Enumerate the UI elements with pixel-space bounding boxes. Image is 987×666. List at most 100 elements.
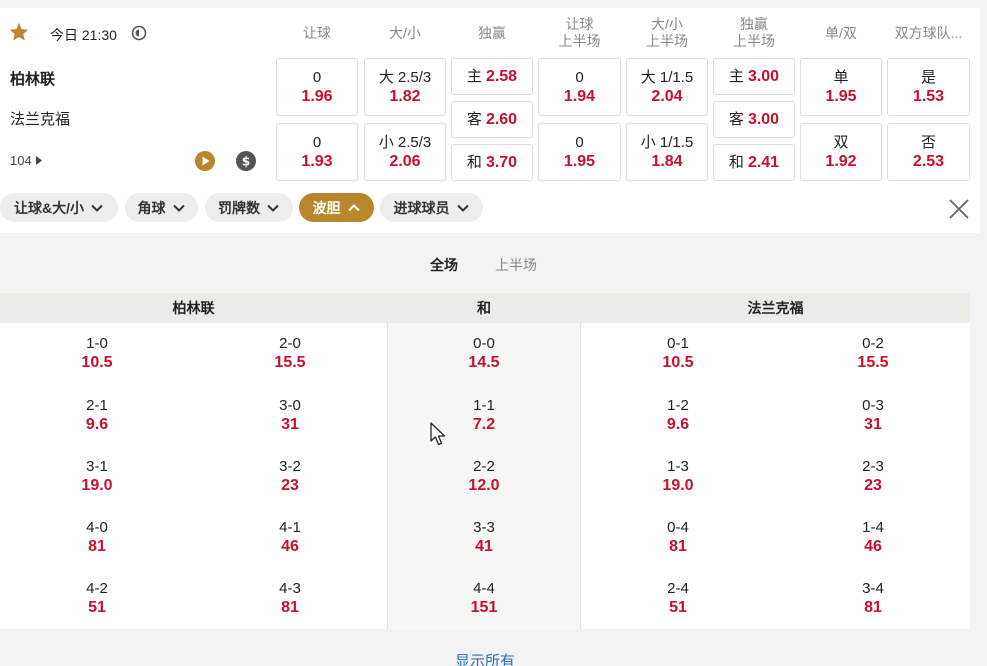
odd-moneyline-1h-away[interactable]: 客 3.00 (713, 101, 795, 138)
chevron-down-icon (172, 204, 185, 212)
odd-moneyline-home[interactable]: 主 2.58 (451, 58, 533, 95)
score-cell-away-col2-4[interactable]: 3-4 81 (776, 580, 970, 630)
score-label: 2-0 (279, 335, 301, 352)
score-cell-home-col1-2[interactable]: 3-1 19.0 (0, 458, 194, 508)
odd-btts-no[interactable]: 否 2.53 (887, 123, 970, 181)
score-cell-home-col1-0[interactable]: 1-0 10.5 (0, 335, 194, 385)
odd-odd-even-odd[interactable]: 单 1.95 (800, 58, 882, 116)
score-odd: 10.5 (662, 354, 694, 371)
chip-correct-score[interactable]: 波胆 (299, 193, 374, 222)
score-odd: 41 (475, 538, 493, 555)
score-odd: 14.5 (468, 354, 500, 371)
tab-first-half[interactable]: 上半场 (495, 255, 537, 275)
score-cell-home-col2-0[interactable]: 2-0 15.5 (193, 335, 387, 385)
score-cell-home-col1-4[interactable]: 4-2 51 (0, 580, 194, 630)
score-label: 3-3 (473, 519, 495, 536)
score-odd: 46 (281, 538, 299, 555)
live-stream-play-icon[interactable] (195, 151, 215, 171)
score-label: 0-1 (667, 335, 689, 352)
chevron-right-icon (35, 156, 42, 165)
close-icon[interactable] (948, 198, 970, 220)
chip-handicap-total[interactable]: 让球&大/小 (0, 193, 118, 222)
score-cell-away-col1-3[interactable]: 0-4 81 (581, 519, 775, 569)
score-label: 3-4 (862, 580, 884, 597)
odd-handicap-home[interactable]: 0 1.96 (276, 58, 358, 116)
score-cell-away-col2-0[interactable]: 0-2 15.5 (776, 335, 970, 385)
home-team-name: 柏林联 (10, 71, 56, 88)
odd-total-over[interactable]: 大 2.5/3 1.82 (364, 58, 446, 116)
score-cell-away-col1-2[interactable]: 1-3 19.0 (581, 458, 775, 508)
score-cell-draw-2[interactable]: 2-2 12.0 (387, 458, 581, 508)
favorite-star-icon[interactable] (8, 21, 30, 43)
chip-corners[interactable]: 角球 (125, 193, 198, 222)
header-away: 法兰克福 (747, 300, 804, 316)
score-cell-draw-3[interactable]: 3-3 41 (387, 519, 581, 569)
score-odd: 51 (88, 599, 106, 616)
away-team-name: 法兰克福 (10, 111, 71, 128)
score-odd: 15.5 (274, 354, 306, 371)
score-cell-home-col1-3[interactable]: 4-0 81 (0, 519, 194, 569)
score-cell-draw-4[interactable]: 4-4 151 (387, 580, 581, 630)
header-row: 今日 21:30 让球 大/小 独赢 让球 上半场 大/小 上半场 独赢 上半场 单/… (0, 8, 980, 58)
score-label: 1-3 (667, 458, 689, 475)
score-odd: 7.2 (472, 416, 496, 433)
score-odd: 81 (281, 599, 299, 616)
odd-moneyline-1h-draw[interactable]: 和 2.41 (713, 144, 795, 181)
correct-score-header: 柏林联 和 法兰克福 (0, 293, 970, 323)
svg-text:$: $ (242, 155, 250, 169)
period-tabs: 全场 上半场 (0, 255, 987, 275)
score-cell-home-col2-4[interactable]: 4-3 81 (193, 580, 387, 630)
odd-total-1h-over[interactable]: 大 1/1.5 2.04 (626, 58, 708, 116)
odd-handicap-1h-away[interactable]: 0 1.95 (538, 123, 621, 181)
score-odd: 9.6 (666, 416, 690, 433)
chevron-down-icon (91, 204, 103, 212)
odd-handicap-away[interactable]: 0 1.93 (276, 123, 358, 181)
score-odd: 15.5 (857, 354, 889, 371)
score-label: 4-4 (473, 580, 495, 597)
cash-out-dollar-icon[interactable]: $ (236, 151, 256, 171)
score-cell-away-col2-3[interactable]: 1-4 46 (776, 519, 970, 569)
score-odd: 51 (669, 599, 687, 616)
score-label: 3-0 (279, 397, 301, 414)
score-label: 4-1 (279, 519, 301, 536)
more-markets-link[interactable]: 104 (10, 153, 42, 168)
score-cell-away-col1-1[interactable]: 1-2 9.6 (581, 397, 775, 447)
score-cell-home-col1-1[interactable]: 2-1 9.6 (0, 397, 194, 447)
score-odd: 23 (281, 477, 299, 494)
score-label: 1-1 (473, 397, 495, 414)
odd-total-1h-under[interactable]: 小 1/1.5 1.84 (626, 123, 708, 181)
score-cell-away-col1-0[interactable]: 0-1 10.5 (581, 335, 775, 385)
score-odd: 10.5 (81, 354, 113, 371)
score-cell-away-col1-4[interactable]: 2-4 51 (581, 580, 775, 630)
odd-handicap-1h-home[interactable]: 0 1.94 (538, 58, 621, 116)
tab-full-time[interactable]: 全场 (430, 255, 458, 275)
chip-cards[interactable]: 罚牌数 (205, 193, 293, 222)
score-label: 4-3 (279, 580, 301, 597)
col-head-handicap-1h: 让球 上半场 (558, 16, 601, 49)
score-odd: 81 (864, 599, 882, 616)
score-cell-draw-0[interactable]: 0-0 14.5 (387, 335, 581, 385)
score-odd: 19.0 (81, 477, 113, 494)
chip-goalscorer[interactable]: 进球球员 (380, 193, 483, 222)
odd-moneyline-away[interactable]: 客 2.60 (451, 101, 533, 138)
score-label: 3-1 (86, 458, 108, 475)
score-cell-away-col2-1[interactable]: 0-3 31 (776, 397, 970, 447)
score-cell-home-col2-1[interactable]: 3-0 31 (193, 397, 387, 447)
odd-total-under[interactable]: 小 2.5/3 2.06 (364, 123, 446, 181)
score-cell-draw-1[interactable]: 1-1 7.2 (387, 397, 581, 447)
score-cell-home-col2-3[interactable]: 4-1 46 (193, 519, 387, 569)
score-cell-away-col2-2[interactable]: 2-3 23 (776, 458, 970, 508)
score-label: 2-1 (86, 397, 108, 414)
chevron-down-icon (267, 204, 279, 212)
odd-moneyline-draw[interactable]: 和 3.70 (451, 144, 533, 181)
score-odd: 12.0 (468, 477, 500, 494)
score-cell-home-col2-2[interactable]: 3-2 23 (193, 458, 387, 508)
odd-odd-even-even[interactable]: 双 1.92 (800, 123, 882, 181)
score-odd: 46 (864, 538, 882, 555)
odd-moneyline-1h-home[interactable]: 主 3.00 (713, 58, 795, 95)
score-odd: 23 (864, 477, 882, 494)
show-all-link[interactable]: 显示所有 (0, 650, 970, 666)
odd-btts-yes[interactable]: 是 1.53 (887, 58, 970, 116)
col-head-total-1h: 大/小 上半场 (646, 16, 688, 49)
header-draw: 和 (477, 300, 491, 316)
